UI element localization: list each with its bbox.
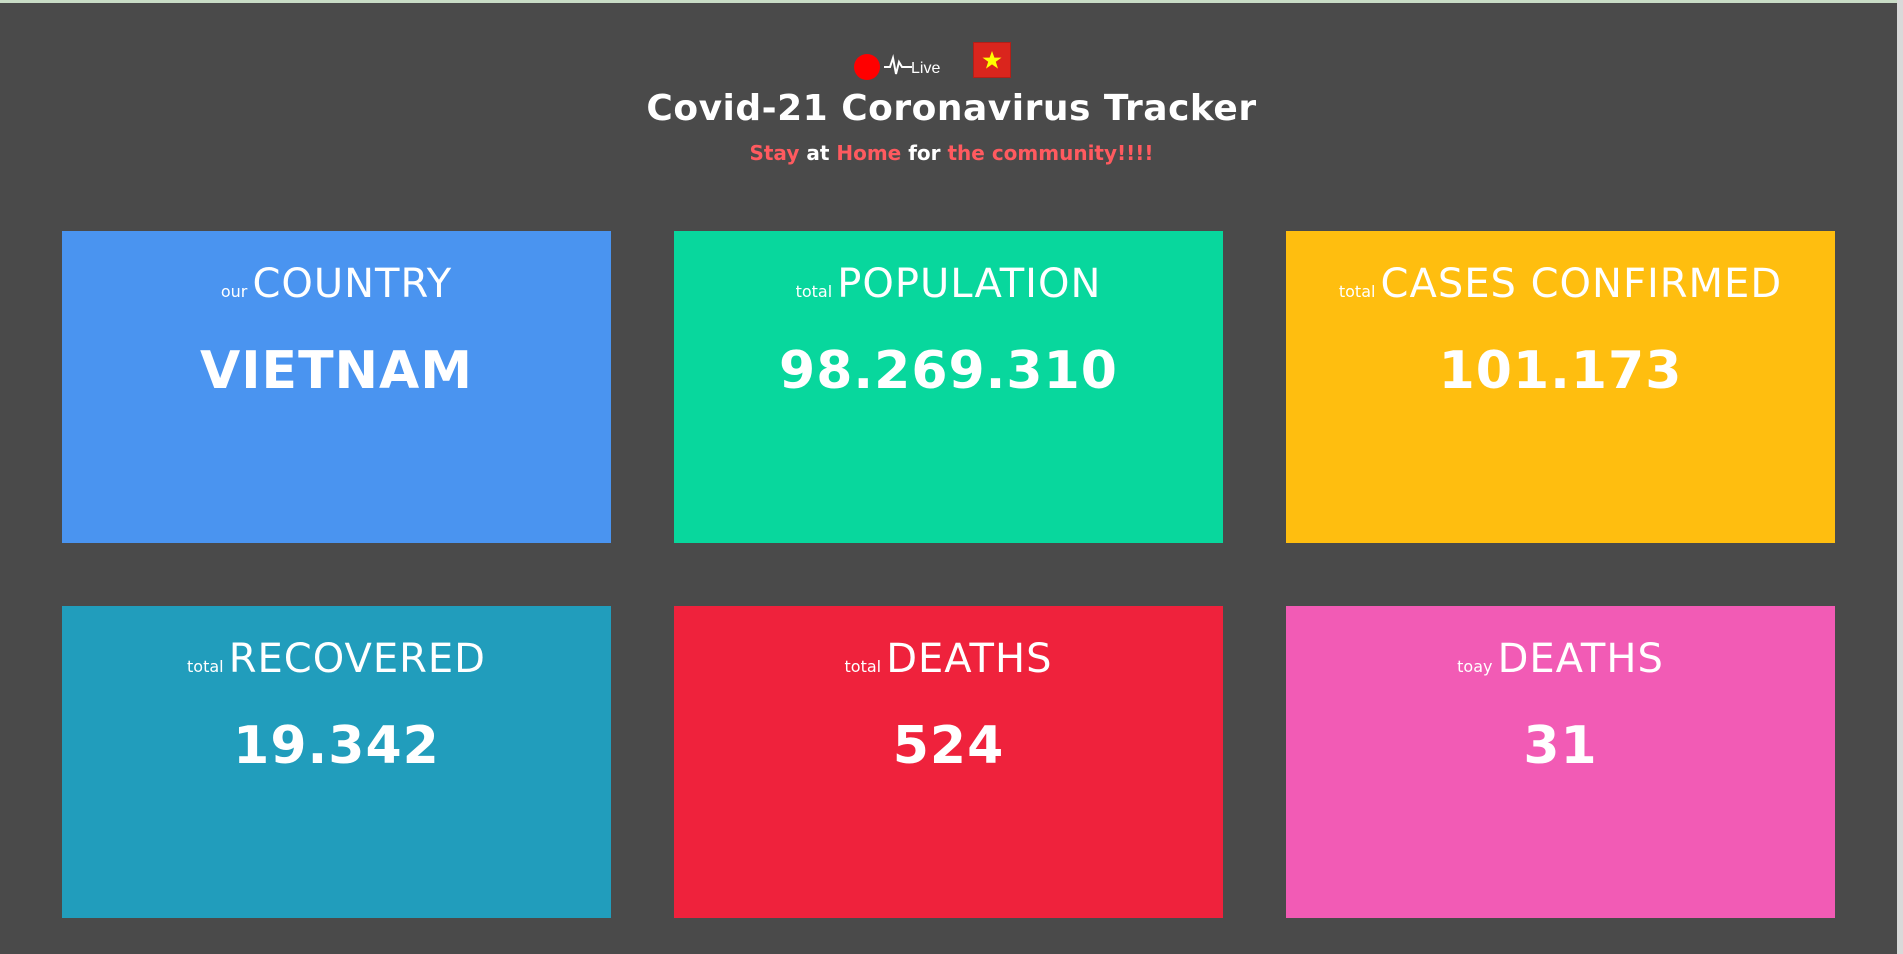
country-card: our COUNTRY VIETNAM (62, 231, 611, 543)
card-label-title: DEATHS (886, 636, 1053, 682)
card-label-prefix: toay (1457, 657, 1493, 676)
card-label-title: RECOVERED (228, 636, 486, 682)
card-label: total RECOVERED (62, 636, 611, 682)
card-label-title: POPULATION (837, 261, 1102, 307)
header: Live Covid-21 Coronavirus Tracker Stay a… (0, 40, 1903, 165)
card-value: 19.342 (233, 716, 440, 776)
card-value: VIETNAM (199, 341, 474, 401)
page-subtitle: Stay at Home for the community!!!! (0, 141, 1903, 165)
card-label-prefix: total (844, 657, 882, 676)
vietnam-flag-icon (973, 42, 1011, 78)
live-indicator: Live (0, 40, 1903, 80)
card-value: 524 (892, 716, 1005, 776)
heartbeat-icon (884, 54, 912, 75)
card-label-title: COUNTRY (252, 261, 453, 307)
today-deaths-card: toay DEATHS 31 (1286, 606, 1835, 918)
window-top-edge (0, 0, 1903, 3)
recovered-card: total RECOVERED 19.342 (62, 606, 611, 918)
card-value: 98.269.310 (779, 341, 1118, 401)
card-label: total CASES CONFIRMED (1286, 261, 1835, 307)
subtitle-home: Home (836, 141, 902, 165)
population-card: total POPULATION 98.269.310 (674, 231, 1223, 543)
card-label-prefix: total (795, 282, 833, 301)
card-value: 101.173 (1438, 341, 1683, 401)
card-label-prefix: our (220, 282, 248, 301)
card-value: 31 (1523, 716, 1598, 776)
card-label: our COUNTRY (62, 261, 611, 307)
card-label: total POPULATION (674, 261, 1223, 307)
card-label-title: DEATHS (1497, 636, 1664, 682)
card-label: toay DEATHS (1286, 636, 1835, 682)
card-label: total DEATHS (674, 636, 1223, 682)
deaths-card: total DEATHS 524 (674, 606, 1223, 918)
subtitle-at: at (806, 141, 830, 165)
subtitle-stay: Stay (749, 141, 800, 165)
subtitle-community: the community!!!! (947, 141, 1154, 165)
live-label: Live (911, 60, 941, 77)
subtitle-for: for (908, 141, 941, 165)
cases-confirmed-card: total CASES CONFIRMED 101.173 (1286, 231, 1835, 543)
page-title: Covid-21 Coronavirus Tracker (646, 88, 1257, 129)
card-label-prefix: total (187, 657, 224, 676)
live-dot-icon (854, 54, 880, 80)
card-label-title: CASES CONFIRMED (1380, 261, 1783, 307)
card-label-prefix: total (1338, 282, 1376, 301)
